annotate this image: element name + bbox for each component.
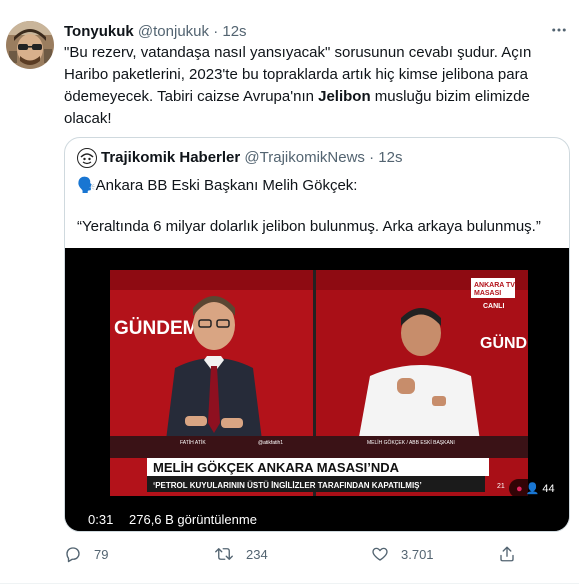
tweet-actions: 79 234 3.701 xyxy=(64,540,524,568)
author-handle[interactable]: @tonjukuk xyxy=(138,23,209,40)
tweet-text-segment: musluğu bizim elimizde xyxy=(370,88,530,105)
tweet-text-bold: Jelibon xyxy=(318,88,371,105)
reply-count: 79 xyxy=(94,546,109,562)
quoted-author-handle[interactable]: @TrajikomikNews xyxy=(244,148,365,168)
left-handle: @atikfatih1 xyxy=(258,440,283,446)
video-player[interactable]: GÜNDEM GÜND ANKARA TV MASASI CANLI FATİH… xyxy=(65,248,569,531)
tweet-text-line: "Bu rezerv, vatandaşa nasıl yansıyacak" … xyxy=(64,44,532,61)
author-name[interactable]: Tonyukuk xyxy=(64,23,134,40)
retweet-button[interactable]: 234 xyxy=(214,545,371,563)
author-avatar[interactable] xyxy=(6,21,54,69)
quoted-avatar-image xyxy=(79,150,95,166)
ticker-number: 21 xyxy=(497,483,505,490)
share-button[interactable] xyxy=(498,545,516,563)
gundem-left-text: GÜNDEM xyxy=(114,318,198,339)
tweet-header: Tonyukuk @tonjukuk · 12s xyxy=(64,22,247,42)
subheadline-text: ‘PETROL KUYULARININ ÜSTÜ İNGİLİZLER TARA… xyxy=(153,481,422,490)
like-count: 3.701 xyxy=(401,546,434,562)
tweet-text-segment: ödemeyecek. Tabiri caizse Avrupa'nın xyxy=(64,88,319,105)
live-dot-icon: ● xyxy=(516,482,523,495)
quoted-tweet[interactable]: Trajikomik Haberler @TrajikomikNews · 12… xyxy=(64,137,570,532)
heart-icon xyxy=(372,547,388,561)
reply-icon xyxy=(66,547,80,563)
header-separator: · xyxy=(213,23,219,40)
avatar-image xyxy=(6,21,54,69)
quoted-header: Trajikomik Haberler @TrajikomikNews · 12… xyxy=(77,148,402,168)
video-views: 276,6 B görüntülenme xyxy=(123,510,263,529)
tweet-text: "Bu rezerv, vatandaşa nasıl yansıyacak" … xyxy=(64,42,554,130)
tweet-timestamp[interactable]: 12s xyxy=(222,23,246,40)
live-label: CANLI xyxy=(483,303,504,310)
person-icon: 👤 xyxy=(525,483,540,495)
share-icon xyxy=(500,546,514,562)
headline-text: MELİH GÖKÇEK ANKARA MASASI’NDA xyxy=(153,460,400,475)
like-button[interactable]: 3.701 xyxy=(371,545,498,563)
tweet-text-line: olacak! xyxy=(64,110,112,127)
quoted-avatar xyxy=(77,148,97,168)
video-duration: 0:31 xyxy=(82,510,120,529)
gundem-right-text: GÜND xyxy=(480,333,527,352)
tweet-card[interactable]: Tonyukuk @tonjukuk · 12s "Bu rezerv, vat… xyxy=(0,0,579,584)
tweet-text-line: ödemeyecek. Tabiri caizse Avrupa'nın Jel… xyxy=(64,86,554,108)
video-frame: GÜNDEM GÜND ANKARA TV MASASI CANLI FATİH… xyxy=(65,248,569,531)
channel-logo-line2: MASASI xyxy=(474,290,501,297)
reply-button[interactable]: 79 xyxy=(64,545,214,563)
viewer-count: 44 xyxy=(542,482,555,495)
retweet-count: 234 xyxy=(246,546,268,562)
retweet-icon xyxy=(215,548,233,560)
tweet-text-line: Haribo paketlerini, 2023'te bu topraklar… xyxy=(64,66,528,83)
quoted-separator: · xyxy=(369,149,375,166)
viewer-count-badge: ● 👤 44 xyxy=(509,479,562,498)
quoted-text-line: 🗣️Ankara BB Eski Başkanı Melih Gökçek: xyxy=(77,177,358,194)
quoted-quote-text: “Yeraltında 6 milyar dolarlık jelibon bu… xyxy=(77,218,541,235)
more-options-icon[interactable] xyxy=(549,20,569,40)
quoted-timestamp[interactable]: 12s xyxy=(378,148,402,168)
quoted-author-name[interactable]: Trajikomik Haberler xyxy=(101,148,240,168)
right-caption: MELİH GÖKÇEK / ABB ESKİ BAŞKANI xyxy=(367,439,455,446)
left-caption: FATİH ATİK xyxy=(180,439,206,446)
channel-logo-line1: ANKARA TV xyxy=(474,282,515,289)
